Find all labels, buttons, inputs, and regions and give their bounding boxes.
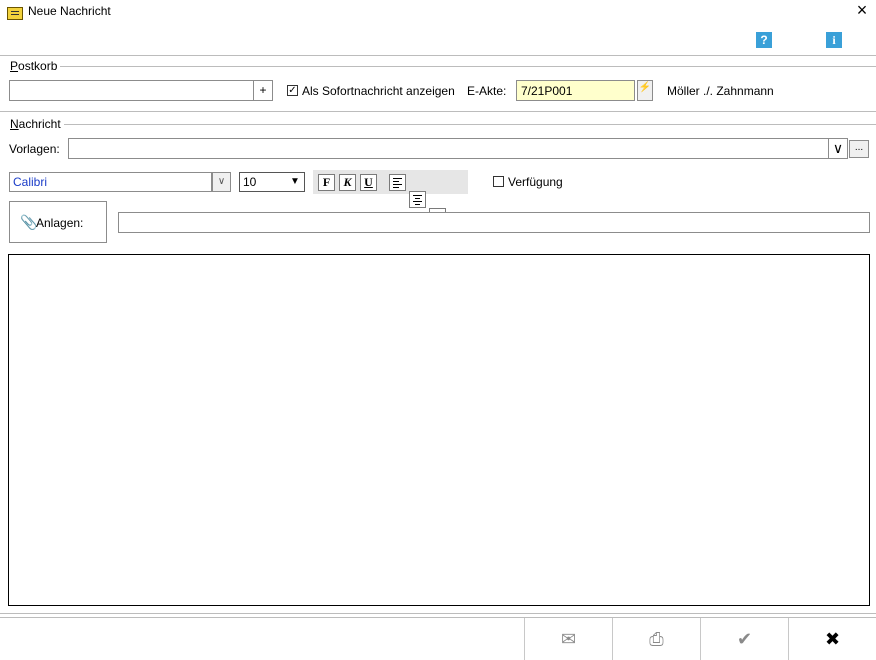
- header-divider: [0, 55, 876, 56]
- font-dropdown-icon[interactable]: ∨: [212, 172, 231, 192]
- message-body[interactable]: [8, 254, 870, 606]
- nachricht-group-line: [10, 124, 876, 125]
- verfuegung-checkbox[interactable]: [493, 176, 504, 187]
- font-select[interactable]: Calibri: [9, 172, 212, 192]
- nachricht-group-label: Nachricht: [10, 117, 64, 131]
- paperclip-icon: 📎: [20, 214, 38, 230]
- info-icon[interactable]: i: [826, 32, 842, 48]
- envelope-icon: ✉: [560, 629, 577, 649]
- eakte-lookup-icon[interactable]: ⚡: [637, 80, 653, 101]
- send-button[interactable]: ✉: [524, 618, 612, 660]
- postkorb-group-label: Postkorb: [10, 59, 61, 73]
- verfuegung-label: Verfügung: [508, 175, 563, 189]
- vorlagen-more-button[interactable]: ...: [849, 140, 869, 158]
- window-title: Neue Nachricht: [28, 4, 111, 18]
- anlagen-label: Anlagen:: [36, 216, 84, 230]
- close-icon[interactable]: ×: [852, 1, 872, 19]
- postkorb-add-button[interactable]: +: [253, 80, 273, 101]
- eakte-label: E-Akte:: [467, 84, 507, 98]
- bold-button[interactable]: F: [318, 174, 335, 191]
- align-left-icon[interactable]: [389, 174, 406, 191]
- eakte-names: Möller ./. Zahnmann: [667, 84, 774, 98]
- vorlagen-label: Vorlagen:: [9, 142, 60, 156]
- size-dropdown-icon[interactable]: ▼: [287, 174, 303, 190]
- vorlagen-select[interactable]: [68, 138, 829, 159]
- postkorb-group-line: [10, 66, 876, 67]
- anlagen-field[interactable]: [118, 212, 870, 233]
- anlagen-button[interactable]: 📎 Anlagen:: [9, 201, 107, 243]
- cancel-button[interactable]: ✖: [788, 618, 876, 660]
- print-button[interactable]: ⎙: [612, 618, 700, 660]
- printer-icon: ⎙: [649, 629, 664, 649]
- footer-divider-top: [0, 613, 876, 614]
- app-icon: [7, 7, 23, 20]
- sofortnachricht-label: Als Sofortnachricht anzeigen: [302, 84, 455, 98]
- postkorb-input[interactable]: [9, 80, 254, 101]
- align-center-icon[interactable]: [409, 191, 426, 208]
- close-x-icon: ✖: [824, 629, 841, 649]
- italic-button[interactable]: K: [339, 174, 356, 191]
- sofortnachricht-checkbox[interactable]: ✓: [287, 85, 298, 96]
- eakte-input[interactable]: 7/21P001: [516, 80, 635, 101]
- underline-button[interactable]: U: [360, 174, 377, 191]
- section-divider: [0, 111, 876, 112]
- ok-button[interactable]: ✔: [700, 618, 788, 660]
- help-icon[interactable]: ?: [756, 32, 772, 48]
- vorlagen-dropdown-icon[interactable]: ∨: [828, 138, 848, 159]
- checkmark-icon: ✔: [736, 629, 753, 649]
